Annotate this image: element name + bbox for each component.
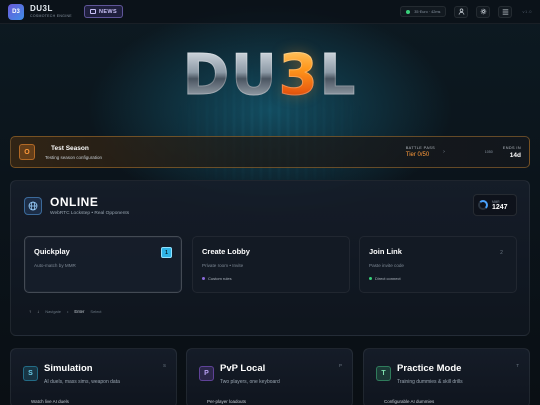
mmr-value: 1247 xyxy=(492,203,508,211)
create-lobby-card[interactable]: Create Lobby Private room • Invite Custo… xyxy=(192,236,350,293)
season-badge: O xyxy=(19,144,35,160)
join-link-card[interactable]: Join Link Paste invite code Direct conne… xyxy=(359,236,517,293)
practice-icon: T xyxy=(376,366,391,381)
card-title: Create Lobby xyxy=(202,247,250,256)
battle-pass-tier: Tier 0/50 xyxy=(405,152,430,158)
card-description: Auto-match by MMR xyxy=(34,263,76,268)
connection-status: 35·Euro · 42ms xyxy=(400,6,447,17)
mmr-display: MMR 1247 xyxy=(473,194,517,216)
mode-subtitle: Two players, one keyboard xyxy=(220,379,280,385)
key-down: ↓ xyxy=(37,309,40,314)
online-status-dot xyxy=(406,9,411,14)
shortcut-key: S xyxy=(162,363,166,368)
shortcut-key: P xyxy=(338,363,342,368)
app-subtitle: COSMOTECH ENGINE xyxy=(30,13,72,18)
season-ends: ENDS IN 14d xyxy=(503,146,521,159)
logo-text-three: 3 xyxy=(278,42,320,108)
news-button-label: NEWS xyxy=(98,8,118,15)
shortcut-key-badge: 2 xyxy=(500,249,503,256)
practice-mode-card[interactable]: T Practice Mode Training dummies & skill… xyxy=(363,348,530,405)
battle-pass-label: BATTLE PASS xyxy=(405,146,436,150)
select-hint: Select xyxy=(90,309,102,314)
user-icon xyxy=(458,8,465,15)
quickplay-card[interactable]: Quickplay Auto-match by MMR 1 xyxy=(24,236,182,293)
version-label: v1.0 xyxy=(522,9,532,14)
simulation-card[interactable]: S Simulation AI duels, mass sims, weapon… xyxy=(10,348,177,405)
key-enter: Enter xyxy=(74,309,85,314)
key-up: ↑ xyxy=(29,309,32,314)
globe-icon xyxy=(24,196,42,215)
settings-button[interactable] xyxy=(476,5,491,18)
online-header: ONLINE WebRTC Lockstep • Real Opponents xyxy=(24,195,129,216)
ends-in-label: ENDS IN xyxy=(502,145,521,150)
connection-status-text: 35·Euro · 42ms xyxy=(414,9,441,14)
mode-subtitle: AI duels, mass sims, weapon data xyxy=(44,379,120,385)
tag-dot xyxy=(369,277,372,280)
logo-text-right: L xyxy=(319,42,358,108)
card-description: Paste invite code xyxy=(369,263,404,268)
card-tag-text: Custom rules xyxy=(208,276,232,281)
mode-title: Simulation xyxy=(44,363,93,374)
logo-text-left: DU xyxy=(182,42,279,108)
mode-feature: Per-player loadouts xyxy=(207,399,247,404)
mode-feature: Configurable AI dummies xyxy=(384,399,435,404)
shortcut-key: T xyxy=(516,363,519,368)
simulation-icon: S xyxy=(23,366,38,381)
menu-button[interactable] xyxy=(498,5,513,18)
mode-subtitle: Training dummies & skill drills xyxy=(397,379,463,385)
card-description: Private room • Invite xyxy=(202,263,244,268)
mode-title: PvP Local xyxy=(220,363,266,374)
season-banner[interactable]: O Test Season Testing season configurati… xyxy=(10,136,530,168)
mmr-ring-icon xyxy=(478,200,488,210)
game-logo: DU 3 L xyxy=(160,40,380,110)
profile-button[interactable] xyxy=(454,5,469,18)
online-title: ONLINE xyxy=(50,195,99,209)
news-button[interactable]: NEWS xyxy=(83,5,124,18)
top-bar: D3 DU3L COSMOTECH ENGINE NEWS 35·Euro · … xyxy=(0,0,540,24)
chevron-right-icon: › xyxy=(443,149,445,155)
app-name: DU3L xyxy=(30,3,53,13)
mode-title: Practice Mode xyxy=(397,363,462,374)
season-title: Test Season xyxy=(51,144,89,152)
card-tag: Direct connect xyxy=(369,276,507,281)
mode-feature: Watch live AI duels xyxy=(31,399,69,404)
hamburger-menu-icon xyxy=(502,9,509,14)
tag-dot xyxy=(202,277,205,280)
shortcut-key-badge: 1 xyxy=(161,247,172,258)
pvp-icon: P xyxy=(199,366,214,381)
season-code: 1050 xyxy=(484,150,493,154)
season-info: Test Season Testing season configuration xyxy=(45,145,102,160)
card-tag: Custom rules xyxy=(202,276,340,281)
pvp-local-card[interactable]: P PvP Local Two players, one keyboard P … xyxy=(186,348,353,405)
card-title: Quickplay xyxy=(34,247,70,256)
newspaper-icon xyxy=(89,9,96,14)
navigate-hint: Navigate xyxy=(45,309,61,314)
card-tag-text: Direct connect xyxy=(375,276,401,281)
battle-pass[interactable]: BATTLE PASS Tier 0/50 xyxy=(406,146,435,158)
gear-icon xyxy=(480,8,487,15)
card-title: Join Link xyxy=(369,247,402,256)
brand: DU3L COSMOTECH ENGINE xyxy=(30,3,72,19)
keyboard-hint: ↑ ↓ Navigate • Enter Select xyxy=(29,309,102,314)
brand-logo-badge[interactable]: D3 xyxy=(8,3,24,20)
season-description: Testing season configuration xyxy=(45,154,103,160)
hint-separator: • xyxy=(66,309,69,314)
ends-in-value: 14d xyxy=(509,151,521,159)
online-subtitle: WebRTC Lockstep • Real Opponents xyxy=(50,211,130,216)
online-panel: ONLINE WebRTC Lockstep • Real Opponents … xyxy=(10,180,530,336)
